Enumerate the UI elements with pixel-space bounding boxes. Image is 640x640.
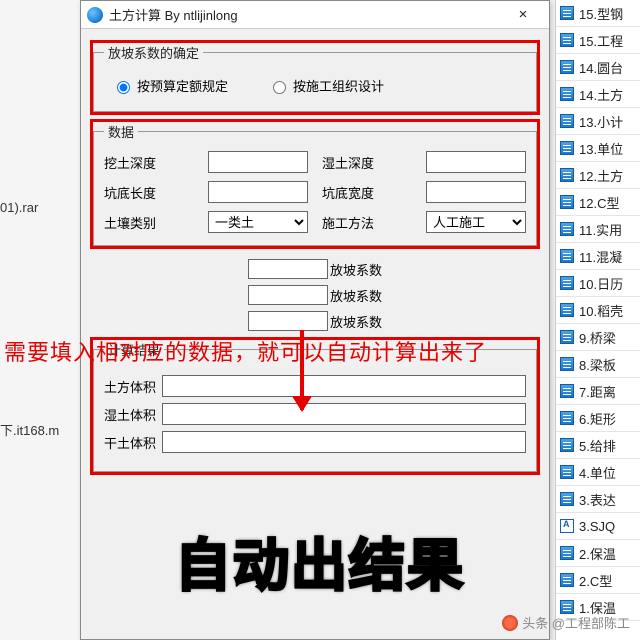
list-item[interactable]: 11.混凝 — [556, 243, 640, 270]
radio-by-construction[interactable]: 按施工组织设计 — [268, 76, 384, 95]
file-icon — [560, 168, 574, 182]
list-item[interactable]: 14.圆台 — [556, 54, 640, 81]
output-dry-volume[interactable] — [162, 431, 526, 453]
output-earth-volume[interactable] — [162, 375, 526, 397]
label-wet-depth: 湿土深度 — [322, 153, 412, 172]
toutiao-icon — [502, 615, 518, 631]
group-legend: 放坡系数的确定 — [104, 43, 203, 62]
radio-by-construction-input[interactable] — [273, 81, 286, 94]
label-pit-width: 坑底宽度 — [322, 183, 412, 202]
input-pit-length[interactable] — [208, 181, 308, 203]
bg-filename: 下.it168.m — [0, 420, 59, 439]
file-icon — [560, 411, 574, 425]
list-item[interactable]: 12.C型 — [556, 189, 640, 216]
close-button[interactable]: × — [503, 1, 543, 28]
big-caption: 自动出结果 — [0, 521, 640, 602]
group-data: 数据 挖土深度 湿土深度 坑底长度 坑底宽度 土壤类别 一类土 施工方法 人工施… — [93, 122, 537, 246]
list-item[interactable]: 13.单位 — [556, 135, 640, 162]
input-slope-coef-1[interactable] — [248, 259, 328, 279]
input-wet-depth[interactable] — [426, 151, 526, 173]
file-icon — [560, 222, 574, 236]
group-slope-coefficient: 放坡系数的确定 按预算定额规定 按施工组织设计 — [93, 43, 537, 112]
slope-coef-rows: 放坡系数 放坡系数 放坡系数 — [93, 256, 537, 334]
label-dry-volume: 干土体积 — [104, 433, 156, 452]
file-icon — [560, 6, 574, 20]
label-method: 施工方法 — [322, 213, 412, 232]
file-icon — [560, 60, 574, 74]
label-slope-coef: 放坡系数 — [330, 312, 382, 331]
label-soil-type: 土壤类别 — [104, 213, 194, 232]
bg-filename: 01).rar — [0, 200, 38, 215]
list-item[interactable]: 13.小计 — [556, 108, 640, 135]
input-slope-coef-2[interactable] — [248, 285, 328, 305]
select-soil-type[interactable]: 一类土 — [208, 211, 308, 233]
label-dig-depth: 挖土深度 — [104, 153, 194, 172]
label-slope-coef: 放坡系数 — [330, 286, 382, 305]
radio-by-budget-input[interactable] — [117, 81, 130, 94]
label-earth-volume: 土方体积 — [104, 377, 156, 396]
titlebar: 土方计算 By ntlijinlong × — [81, 1, 549, 29]
list-item[interactable]: 7.距离 — [556, 378, 640, 405]
list-item[interactable]: 6.矩形 — [556, 405, 640, 432]
list-item[interactable]: 15.工程 — [556, 27, 640, 54]
file-icon — [560, 195, 574, 209]
file-icon — [560, 303, 574, 317]
label-slope-coef: 放坡系数 — [330, 260, 382, 279]
file-icon — [560, 600, 574, 614]
list-item[interactable]: 14.土方 — [556, 81, 640, 108]
group-legend: 数据 — [104, 122, 138, 141]
list-item[interactable]: 10.日历 — [556, 270, 640, 297]
list-item[interactable]: 3.表达 — [556, 486, 640, 513]
file-icon — [560, 114, 574, 128]
file-icon — [560, 87, 574, 101]
label-pit-length: 坑底长度 — [104, 183, 194, 202]
list-item[interactable]: 5.给排 — [556, 432, 640, 459]
file-icon — [560, 141, 574, 155]
output-wet-volume[interactable] — [162, 403, 526, 425]
list-item[interactable]: 15.型钢 — [556, 0, 640, 27]
select-method[interactable]: 人工施工 — [426, 211, 526, 233]
input-dig-depth[interactable] — [208, 151, 308, 173]
input-slope-coef-3[interactable] — [248, 311, 328, 331]
window-title: 土方计算 By ntlijinlong — [109, 5, 503, 24]
file-icon — [560, 492, 574, 506]
file-icon — [560, 384, 574, 398]
list-item[interactable]: 12.土方 — [556, 162, 640, 189]
annotation-text: 需要填入相对应的数据，就可以自动计算出来了 — [0, 335, 640, 367]
watermark: 头条 @工程部陈工 — [502, 613, 630, 632]
file-icon — [560, 249, 574, 263]
file-icon — [560, 438, 574, 452]
input-pit-width[interactable] — [426, 181, 526, 203]
radio-by-budget[interactable]: 按预算定额规定 — [112, 76, 228, 95]
file-icon — [560, 276, 574, 290]
file-icon — [560, 465, 574, 479]
list-item[interactable]: 10.稻壳 — [556, 297, 640, 324]
label-wet-volume: 湿土体积 — [104, 405, 156, 424]
file-icon — [560, 33, 574, 47]
list-item[interactable]: 4.单位 — [556, 459, 640, 486]
list-item[interactable]: 11.实用 — [556, 216, 640, 243]
app-icon — [87, 7, 103, 23]
